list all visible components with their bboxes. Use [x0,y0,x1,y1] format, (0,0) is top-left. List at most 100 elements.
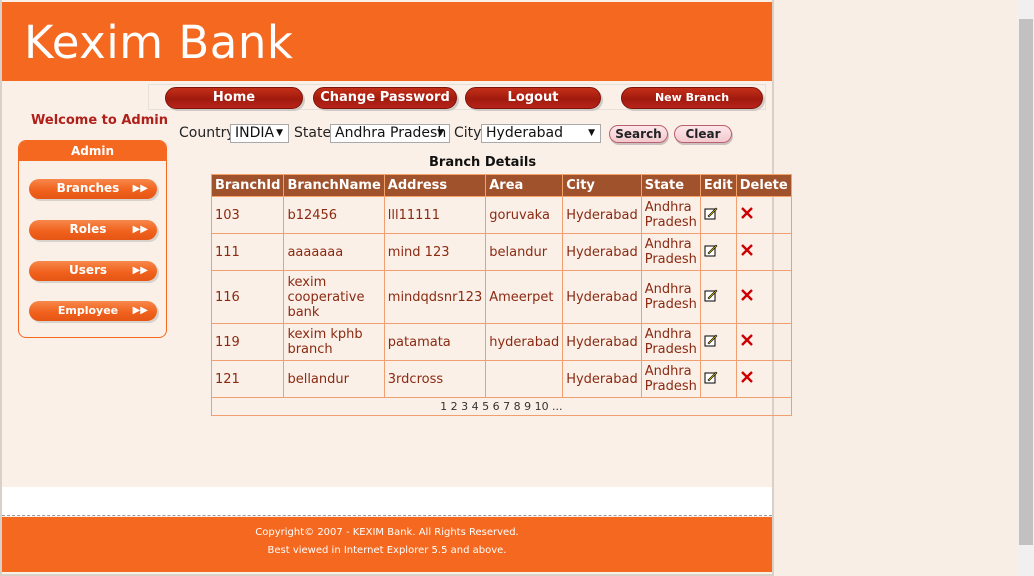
column-header: BranchId [210,174,285,197]
cell-state: Andhra Pradesh [640,233,701,271]
cell-city: Hyderabad [562,270,642,324]
cell-branch-id: 119 [210,323,285,361]
edit-cell [699,233,737,271]
city-select[interactable]: Hyderabad ▼ [481,124,601,143]
pager-row: 1 2 3 4 5 6 7 8 9 10 ... [211,397,792,416]
sidebar-item-employee[interactable]: Employee ▶▶ [29,301,157,321]
edit-cell [699,360,737,398]
delete-x-icon[interactable] [740,288,754,302]
column-header: Address [383,174,487,197]
table-row: 121 bellandur 3rdcross Hyderabad Andhra … [210,360,792,398]
sidebar-title: Admin [19,141,166,161]
content-bottom-band [2,487,772,516]
city-select-value: Hyderabad [486,125,563,141]
cell-state: Andhra Pradesh [640,360,701,398]
edit-pencil-icon[interactable] [704,288,718,302]
column-header: City [562,174,642,197]
edit-pencil-icon[interactable] [704,206,718,220]
sidebar-item-roles[interactable]: Roles ▶▶ [29,220,157,240]
clear-button[interactable]: Clear [674,125,732,143]
country-select-value: INDIA [235,125,275,141]
state-select[interactable]: Andhra Pradesh ▼ [330,124,450,143]
column-header: Area [485,174,564,197]
home-button[interactable]: Home [165,87,303,109]
edit-pencil-icon[interactable] [704,370,718,384]
new-branch-button[interactable]: New Branch [621,87,763,109]
delete-cell [735,360,792,398]
delete-x-icon[interactable] [740,370,754,384]
cell-address: 3rdcross [383,360,487,398]
city-label: City [454,125,482,141]
table-row: 111 aaaaaaa mind 123 belandur Hyderabad … [210,233,792,271]
cell-area: Ameerpet [485,270,564,324]
cell-city: Hyderabad [562,323,642,361]
search-button[interactable]: Search [609,125,668,143]
state-label: State [294,125,332,141]
delete-x-icon[interactable] [740,243,754,257]
country-select[interactable]: INDIA ▼ [230,124,289,143]
column-header: Edit [699,174,737,197]
edit-cell [699,196,737,234]
country-label: Country [179,125,235,141]
scrollbar-thumb[interactable] [1019,19,1033,545]
chevron-down-icon: ▼ [588,128,595,138]
change-password-button[interactable]: Change Password [313,87,457,109]
sidebar-item-label: Branches [56,181,120,195]
double-arrow-right-icon: ▶▶ [132,224,148,235]
browser-note-text: Best viewed in Internet Explorer 5.5 and… [267,545,507,556]
double-arrow-right-icon: ▶▶ [132,305,148,316]
table-row: 103 b12456 lll11111 goruvaka Hyderabad A… [210,196,792,234]
cell-branch-id: 121 [210,360,285,398]
cell-address: patamata [383,323,487,361]
chevron-down-icon: ▼ [276,128,283,138]
bank-logo: Kexim Bank [24,16,294,69]
column-header: Delete [735,174,792,197]
double-arrow-right-icon: ▶▶ [132,265,148,276]
edit-cell [699,270,737,324]
welcome-text: Welcome to Admin [31,113,168,128]
sidebar-item-users[interactable]: Users ▶▶ [29,261,157,281]
cell-branch-id: 103 [210,196,285,234]
cell-branch-id: 116 [210,270,285,324]
cell-address: mindqdsnr123 [383,270,487,324]
delete-cell [735,270,792,324]
edit-pencil-icon[interactable] [704,333,718,347]
delete-x-icon[interactable] [740,333,754,347]
logout-button[interactable]: Logout [465,87,601,109]
chevron-down-icon: ▼ [437,128,444,138]
table-row: 119 kexim kphb branch patamata hyderabad… [210,323,792,361]
cell-city: Hyderabad [562,360,642,398]
cell-branch-name: bellandur [283,360,385,398]
pager-links[interactable]: 1 2 3 4 5 6 7 8 9 10 ... [211,397,792,416]
copyright-text: Copyright© 2007 - KEXIM Bank. All Rights… [255,527,519,538]
admin-sidebar: Admin Branches ▶▶ Roles ▶▶ Users ▶▶ Empl… [18,140,167,338]
cell-branch-id: 111 [210,233,285,271]
cell-city: Hyderabad [562,196,642,234]
delete-cell [735,323,792,361]
cell-area: goruvaka [485,196,564,234]
sidebar-item-label: Employee [57,304,119,317]
cell-state: Andhra Pradesh [640,270,701,324]
sidebar-item-label: Users [68,263,108,277]
edit-pencil-icon[interactable] [704,243,718,257]
cell-area [485,360,564,398]
footer: Copyright© 2007 - KEXIM Bank. All Rights… [2,517,772,572]
branch-table: BranchId BranchName Address Area City St… [210,174,792,416]
header-banner: Kexim Bank [2,2,772,81]
table-row: 116 kexim cooperative bank mindqdsnr123 … [210,270,792,324]
cell-branch-name: b12456 [283,196,385,234]
state-select-value: Andhra Pradesh [335,125,447,141]
sidebar-item-branches[interactable]: Branches ▶▶ [29,179,157,199]
cell-address: mind 123 [383,233,487,271]
column-header: BranchName [283,174,385,197]
delete-x-icon[interactable] [740,206,754,220]
double-arrow-right-icon: ▶▶ [132,183,148,194]
cell-state: Andhra Pradesh [640,323,701,361]
delete-cell [735,233,792,271]
table-header-row: BranchId BranchName Address Area City St… [210,174,792,197]
sidebar-item-label: Roles [69,222,107,236]
cell-area: belandur [485,233,564,271]
cell-branch-name: kexim cooperative bank [283,270,385,324]
edit-cell [699,323,737,361]
cell-state: Andhra Pradesh [640,196,701,234]
